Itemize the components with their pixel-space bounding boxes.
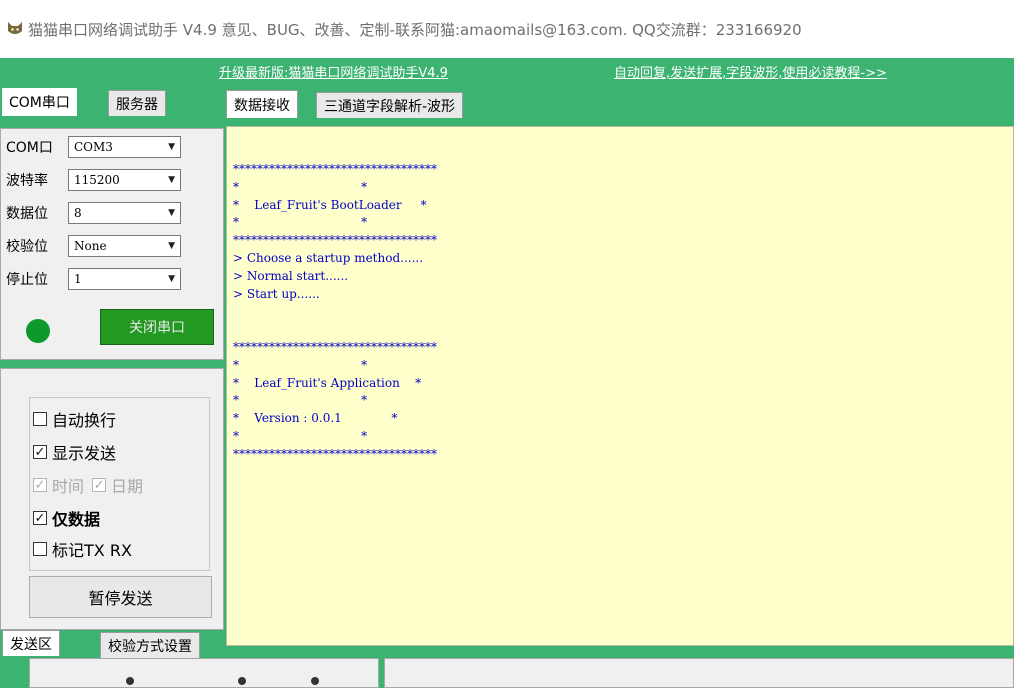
receive-content: ********************************** * * *… (233, 162, 437, 461)
checkbox-checked-icon[interactable]: ✓ (33, 445, 47, 459)
stop-bits-select[interactable]: 1 ▼ (68, 268, 181, 290)
radio-icon[interactable] (238, 677, 246, 685)
chevron-down-icon: ▼ (168, 142, 175, 152)
chevron-down-icon: ▼ (168, 208, 175, 218)
show-send-option[interactable]: ✓ 显示发送 (33, 441, 116, 463)
setting-label: 校验位 (6, 239, 48, 255)
radio-icon[interactable] (311, 677, 319, 685)
setting-row-port: COM口 COM3 ▼ (6, 135, 181, 159)
select-value: COM3 (74, 140, 113, 154)
mark-tx-rx-option[interactable]: 标记TX RX (33, 538, 132, 560)
send-options-panel (29, 658, 379, 688)
select-value: 115200 (74, 173, 120, 187)
title-bar: 猫猫串口网络调试助手 V4.9 意见、BUG、改善、定制-联系阿猫:amaoma… (0, 0, 1014, 58)
data-only-label: 仅数据 (52, 510, 101, 529)
checkbox-unchecked-icon[interactable] (33, 412, 47, 426)
setting-label: 停止位 (6, 272, 48, 288)
data-only-option[interactable]: ✓ 仅数据 (33, 507, 100, 529)
show-send-label: 显示发送 (52, 444, 117, 463)
port-status-led (26, 319, 50, 343)
auto-wrap-option[interactable]: 自动换行 (33, 408, 116, 430)
setting-label: 波特率 (6, 173, 48, 189)
checkbox-unchecked-icon[interactable] (33, 542, 47, 556)
setting-row-stopbits: 停止位 1 ▼ (6, 267, 181, 291)
chevron-down-icon: ▼ (168, 175, 175, 185)
cat-icon (8, 22, 22, 34)
checkbox-checked-icon[interactable]: ✓ (33, 478, 47, 492)
checkbox-checked-icon[interactable]: ✓ (92, 478, 107, 492)
auto-wrap-label: 自动换行 (52, 411, 117, 430)
tab-data-receive[interactable]: 数据接收 (226, 90, 298, 118)
tab-waveform-parse[interactable]: 三通道字段解析-波形 (316, 92, 464, 118)
tab-send-area[interactable]: 发送区 (2, 630, 60, 656)
setting-row-baud: 波特率 115200 ▼ (6, 168, 181, 192)
time-date-option[interactable]: ✓ 时间 ✓ 日期 (33, 474, 143, 496)
tutorial-link[interactable]: 自动回复,发送扩展,字段波形,使用必读教程->> (614, 62, 887, 81)
setting-label: 数据位 (6, 206, 48, 222)
tab-server[interactable]: 服务器 (108, 90, 166, 116)
chevron-down-icon: ▼ (168, 274, 175, 284)
select-value: 8 (74, 206, 82, 220)
select-value: None (74, 239, 107, 253)
pause-send-button[interactable]: 暂停发送 (29, 576, 212, 618)
receive-text-area[interactable]: ********************************** * * *… (226, 126, 1014, 646)
tab-com-serial[interactable]: COM串口 (2, 88, 77, 116)
setting-row-parity: 校验位 None ▼ (6, 234, 181, 258)
baud-rate-select[interactable]: 115200 ▼ (68, 169, 181, 191)
time-label: 时间 (52, 477, 85, 496)
mark-tx-rx-label: 标记TX RX (52, 541, 132, 560)
com-port-select[interactable]: COM3 ▼ (68, 136, 181, 158)
setting-label: COM口 (6, 140, 53, 156)
setting-row-databits: 数据位 8 ▼ (6, 201, 181, 225)
upgrade-link[interactable]: 升级最新版:猫猫串口网络调试助手V4.9 (219, 62, 448, 81)
close-port-button[interactable]: 关闭串口 (100, 309, 214, 345)
chevron-down-icon: ▼ (168, 241, 175, 251)
parity-select[interactable]: None ▼ (68, 235, 181, 257)
checkbox-checked-icon[interactable]: ✓ (33, 511, 47, 525)
send-input-panel (384, 658, 1014, 688)
window-title: 猫猫串口网络调试助手 V4.9 意见、BUG、改善、定制-联系阿猫:amaoma… (28, 20, 802, 39)
tab-checksum-settings[interactable]: 校验方式设置 (100, 632, 200, 658)
data-bits-select[interactable]: 8 ▼ (68, 202, 181, 224)
radio-icon[interactable] (126, 677, 134, 685)
select-value: 1 (74, 272, 82, 286)
date-label: 日期 (111, 477, 144, 496)
